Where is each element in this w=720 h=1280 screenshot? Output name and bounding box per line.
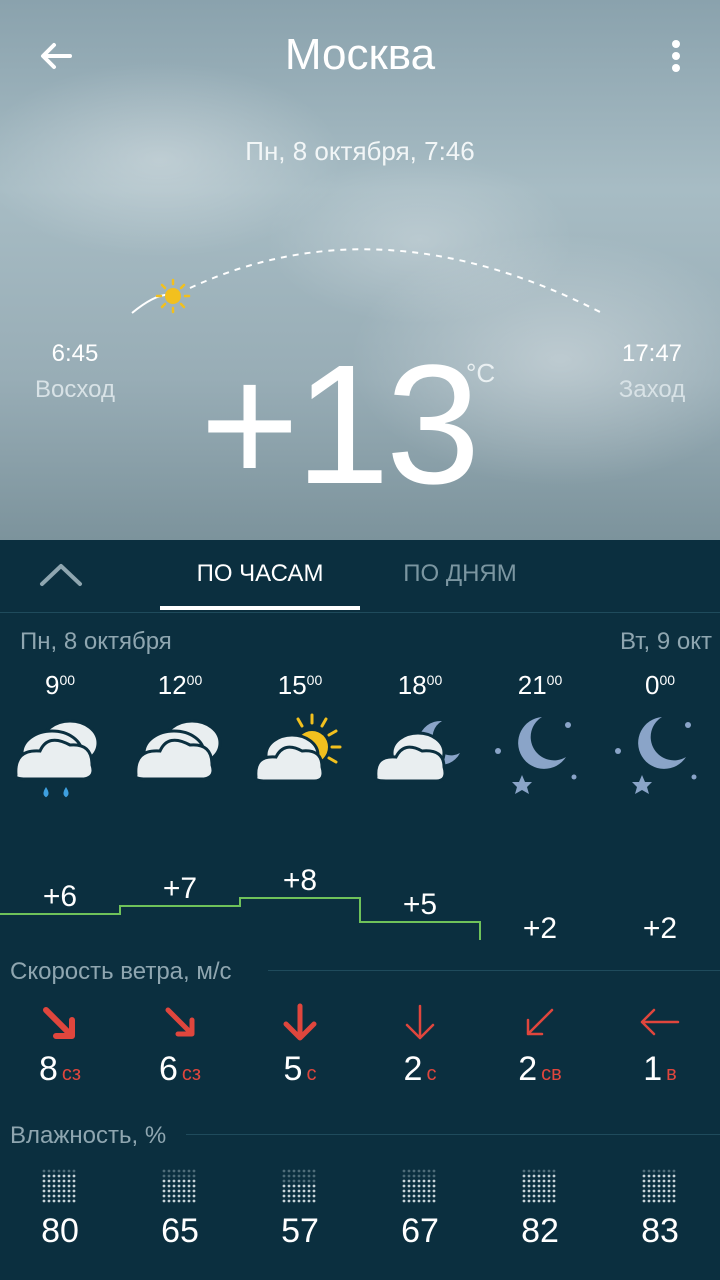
wind-arrow-n-icon	[283, 1003, 317, 1041]
sun-arc	[131, 248, 601, 314]
sunrise-label: Восход	[35, 376, 115, 403]
temperature-step-chart: +6 +7 +8 +5 +2 +2	[0, 864, 677, 940]
tab-hourly[interactable]: ПО ЧАСАМ	[160, 560, 360, 588]
hour-temperature-label: +2	[643, 912, 677, 940]
hour-label: 1200	[157, 670, 203, 700]
wind-value: 6 сз	[158, 1050, 202, 1088]
humidity-value: 57	[281, 1212, 319, 1250]
wind-value: 8 сз	[38, 1050, 82, 1088]
hour-label: 1500	[277, 670, 323, 700]
hour-label: 900	[44, 670, 76, 700]
tab-bar: ПО ЧАСАМ ПО ДНЯМ	[0, 540, 720, 613]
hero-sky-background: Москва Пн, 8 октября, 7:46 6:45 Восход 1…	[0, 0, 720, 540]
partly-cloudy-night-icon	[374, 720, 460, 783]
temperature-line	[0, 897, 481, 940]
weather-screen: Москва Пн, 8 октября, 7:46 6:45 Восход 1…	[0, 0, 720, 1280]
forecast-panel: ПО ЧАСАМ ПО ДНЯМ Пн, 8 октября Вт, 9 окт…	[0, 540, 720, 1280]
wind-value: 2с	[403, 1050, 437, 1088]
clear-night-icon	[615, 717, 697, 794]
humidity-dots-icon	[282, 1169, 316, 1203]
humidity-dots-icon	[402, 1169, 436, 1203]
humidity-value: 82	[521, 1212, 559, 1250]
wind-arrow-ne-icon	[526, 1008, 554, 1036]
hour-temperature-label: +2	[523, 912, 557, 940]
humidity-dots-icon	[162, 1169, 196, 1203]
hour-label: 2100	[517, 670, 563, 700]
section-divider	[268, 970, 720, 971]
wind-value: 2 св	[518, 1050, 562, 1088]
chevron-up-icon[interactable]	[36, 558, 86, 592]
wind-arrow-nw-icon	[165, 1007, 195, 1037]
wind-arrow-e-icon	[640, 1008, 680, 1036]
hour-label: 000	[644, 670, 676, 700]
wind-arrow-n-icon	[405, 1004, 435, 1040]
hour-label: 1800	[397, 670, 443, 700]
sunset-time: 17:47	[621, 340, 683, 367]
humidity-value: 80	[41, 1212, 79, 1250]
wind-value: 5с	[283, 1050, 317, 1088]
wind-arrow-nw-icon	[43, 1007, 75, 1039]
section-divider	[186, 1134, 720, 1135]
humidity-dots-icon	[642, 1169, 676, 1203]
hour-temperature-label: +6	[43, 880, 77, 913]
clear-night-icon	[495, 717, 577, 794]
tab-active-indicator	[160, 606, 360, 610]
sunrise-time: 6:45	[51, 340, 99, 367]
humidity-dots-icon	[42, 1169, 76, 1203]
tab-daily[interactable]: ПО ДНЯМ	[360, 560, 560, 588]
temperature-unit: °C	[466, 358, 496, 388]
hour-temperature-label: +8	[283, 864, 317, 897]
humidity-section-title: Влажность, %	[10, 1122, 167, 1149]
cloud-rain-icon	[14, 719, 100, 798]
wind-section-title: Скорость ветра, м/с	[10, 958, 232, 985]
day-label-tomorrow: Вт, 9 окт	[620, 628, 713, 655]
humidity-value: 67	[401, 1212, 439, 1250]
day-label-today: Пн, 8 октября	[20, 628, 172, 655]
partly-sunny-icon	[254, 713, 342, 783]
sunset-label: Заход	[618, 376, 686, 403]
humidity-value: 65	[161, 1212, 199, 1250]
hour-temperature-label: +7	[163, 872, 197, 905]
current-temperature: +13	[200, 330, 480, 520]
hour-temperature-label: +5	[403, 888, 437, 921]
wind-value: 1в	[643, 1050, 677, 1088]
humidity-dots-icon	[522, 1169, 556, 1203]
clouds-icon	[134, 719, 222, 781]
humidity-value: 83	[641, 1212, 679, 1250]
sun-icon	[155, 278, 191, 314]
